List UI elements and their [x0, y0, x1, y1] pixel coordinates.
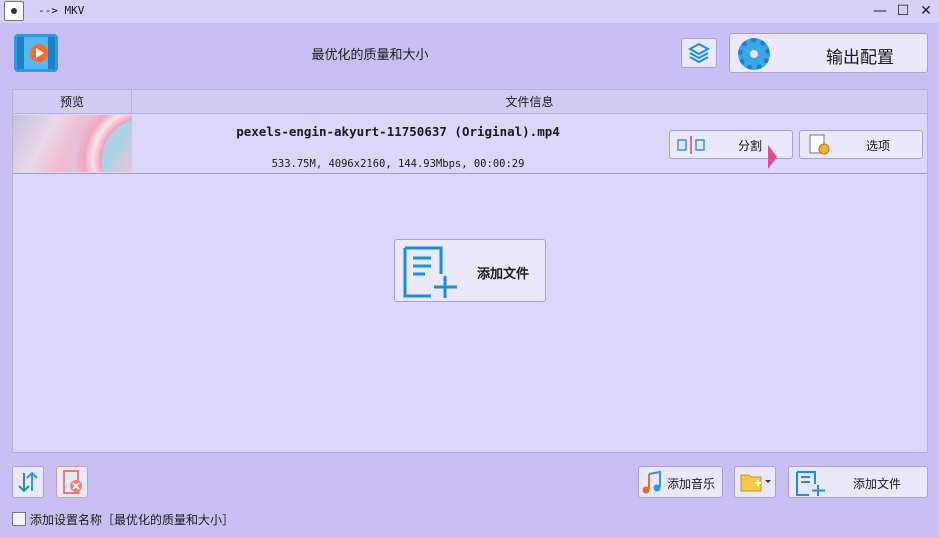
window-title: --> MKV	[38, 4, 85, 17]
file-name: pexels-engin-akyurt-11750637 (Original).…	[236, 124, 560, 139]
delete-file-icon	[63, 470, 82, 494]
add-music-label: 添加音乐	[667, 477, 716, 491]
add-file-center-button[interactable]: 添加文件	[394, 239, 546, 302]
app-icon[interactable]	[4, 1, 24, 21]
add-preset-name-checkbox[interactable]	[12, 512, 26, 526]
close-button[interactable]: ✕	[915, 2, 937, 20]
minimize-button[interactable]: —	[869, 2, 891, 20]
add-preset-name-label[interactable]: 添加设置名称［最优化的质量和大小］	[30, 511, 234, 528]
sort-button[interactable]	[12, 466, 44, 498]
file-meta: 533.75M, 4096x2160, 144.93Mbps, 00:00:29	[271, 158, 525, 170]
split-label: 分割	[738, 139, 763, 153]
split-icon	[677, 136, 705, 154]
document-settings-icon	[809, 134, 830, 155]
folder-add-icon	[740, 474, 771, 492]
title-bar: --> MKV — ☐ ✕	[0, 0, 939, 23]
video-logo-icon	[14, 34, 58, 72]
output-config-button[interactable]: 输出配置	[729, 33, 928, 73]
add-file-icon	[403, 246, 457, 298]
options-button[interactable]: 选项	[799, 130, 923, 159]
options-label: 选项	[866, 139, 891, 153]
layers-button[interactable]	[681, 38, 717, 68]
add-file-button[interactable]: 添加文件	[788, 466, 928, 498]
add-folder-button[interactable]	[734, 466, 776, 498]
sort-arrows-icon	[18, 471, 38, 493]
clear-list-button[interactable]	[56, 466, 88, 498]
column-header-file-info[interactable]: 文件信息	[132, 90, 927, 114]
gear-icon	[738, 38, 770, 70]
add-music-button[interactable]: 添加音乐	[638, 466, 723, 498]
add-file-icon	[796, 471, 825, 496]
add-file-label: 添加文件	[853, 477, 902, 491]
preset-title: 最优化的质量和大小	[311, 48, 429, 63]
music-note-icon	[642, 470, 661, 494]
layers-icon	[687, 42, 711, 64]
output-config-label: 输出配置	[826, 48, 894, 68]
maximize-button[interactable]: ☐	[892, 2, 914, 20]
column-header-preview: 预览	[13, 90, 132, 114]
add-file-center-label: 添加文件	[477, 267, 530, 282]
video-thumbnail[interactable]	[13, 115, 132, 172]
